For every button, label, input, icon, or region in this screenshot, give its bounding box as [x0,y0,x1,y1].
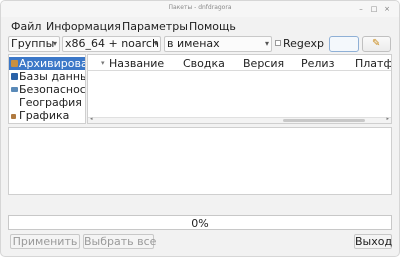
regexp-label: Regexp [283,37,324,50]
group-item-label: Графика [19,109,70,122]
minimize-icon[interactable]: – [356,4,366,14]
edit-button[interactable]: ✎ [362,36,391,52]
progress-bar: 0% [8,215,392,230]
group-item-geography[interactable]: География [9,96,85,109]
graphics-icon [11,114,16,119]
search-field-select-value: в именах [167,37,220,50]
scrollbar-thumb[interactable] [283,119,365,122]
quit-button[interactable]: Выход [354,234,392,249]
horizontal-scrollbar[interactable]: ◂ ▸ [88,116,391,123]
scroll-right-icon[interactable]: ▸ [386,116,389,122]
scroll-left-icon[interactable]: ◂ [90,116,93,122]
column-version[interactable]: Версия [243,57,284,70]
menu-information[interactable]: Информация [46,20,121,33]
column-name[interactable]: Название [109,57,164,70]
table-header: ▾ Название Сводка Версия Релиз Платформа [88,55,391,71]
arch-select-value: x86_64 + noarch [65,37,159,50]
database-icon [11,73,18,80]
app-window: Пакеты - dnfdragora – □ × Файл Информаци… [0,0,400,257]
column-release[interactable]: Релиз [301,57,334,70]
chevron-down-icon: ▾ [153,39,158,48]
menu-options[interactable]: Параметры [122,20,188,33]
progress-label: 0% [191,217,209,230]
group-item-databases[interactable]: Базы данных [9,70,85,83]
group-select-value: Группы [11,37,55,50]
shield-icon [11,87,18,92]
group-item-label: Архивирование [19,57,85,70]
group-item-graphics[interactable]: Графика [9,109,85,122]
search-input[interactable] [329,36,359,52]
column-platform[interactable]: Платформа [355,57,391,70]
regexp-checkbox[interactable] [275,40,281,46]
close-icon[interactable]: × [382,4,392,14]
group-item-security[interactable]: Безопасность [9,83,85,96]
groups-list: Архивирование Базы данных Безопасность Г… [8,54,86,124]
maximize-icon[interactable]: □ [369,4,379,14]
group-item-label: Базы данных [19,70,85,83]
packages-table: ▾ Название Сводка Версия Релиз Платформа… [87,54,392,124]
column-summary[interactable]: Сводка [183,57,225,70]
group-item-label: География [19,96,82,109]
group-item-label: Безопасность [19,83,85,96]
arch-select[interactable]: x86_64 + noarch ▾ [62,36,161,52]
chevron-down-icon: ▾ [52,39,57,48]
menu-help[interactable]: Помощь [189,20,236,33]
select-all-button[interactable]: Выбрать все [83,234,156,249]
group-item-archiving[interactable]: Архивирование [9,57,85,70]
menu-file[interactable]: Файл [11,20,41,33]
package-details [8,127,392,195]
search-field-select[interactable]: в именах ▾ [164,36,272,52]
chevron-down-icon: ▾ [101,59,105,67]
titlebar: Пакеты - dnfdragora – □ × [1,1,399,17]
menubar: Файл Информация Параметры Помощь [1,17,399,35]
filter-toolbar: Группы ▾ x86_64 + noarch ▾ в именах ▾ Re… [1,35,399,53]
apply-button[interactable]: Применить [10,234,80,249]
pencil-icon: ✎ [372,38,381,49]
archive-icon [11,60,18,67]
chevron-down-icon: ▾ [264,39,269,48]
window-title: Пакеты - dnfdragora [168,4,232,11]
group-select[interactable]: Группы ▾ [8,36,60,52]
